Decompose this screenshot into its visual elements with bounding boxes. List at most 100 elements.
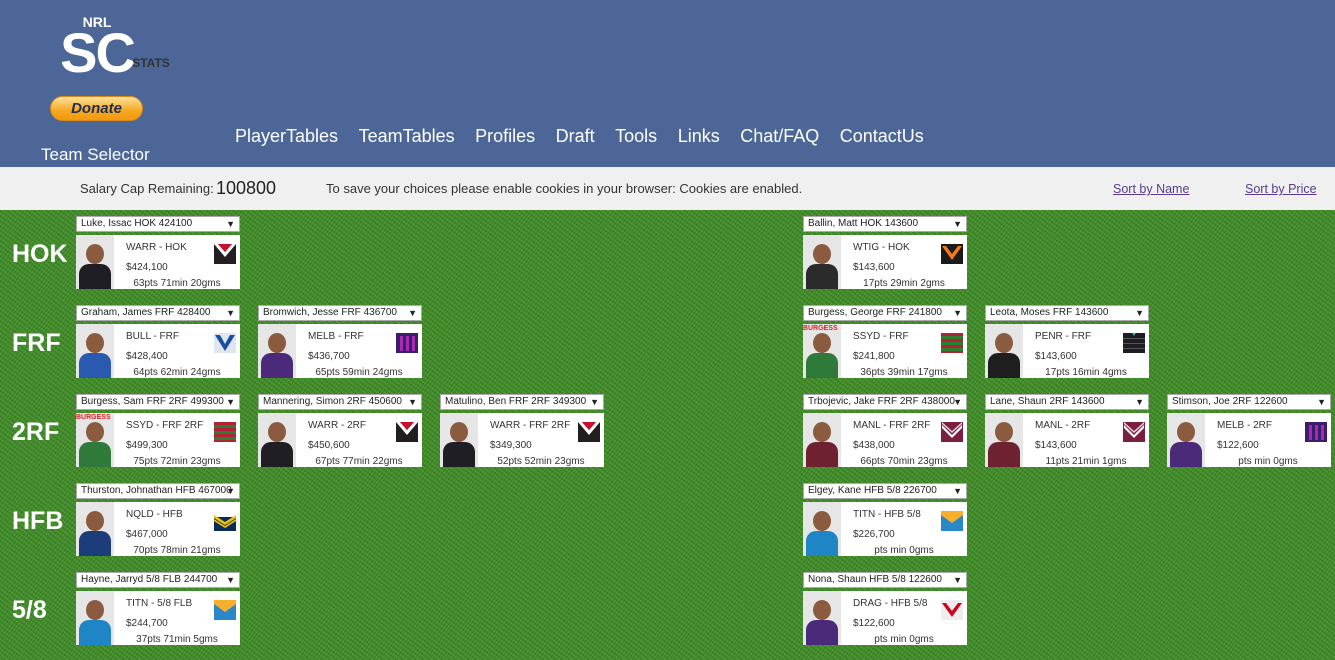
player-select-dropdown[interactable]: Stimson, Joe 2RF 122600 ▼ [1167,394,1331,410]
player-slot: Ballin, Matt HOK 143600 ▼ WTIG - HOK $14… [803,216,967,289]
player-select-value: Luke, Issac HOK 424100 [81,218,193,229]
player-card: WTIG - HOK $143,600 17pts 29min 2gms [803,235,967,289]
nav-links[interactable]: Links [678,126,720,147]
player-team-position: TITN - 5/8 FLB [126,598,193,609]
player-select-dropdown[interactable]: Mannering, Simon 2RF 450600 ▼ [258,394,422,410]
dropdown-arrow-icon: ▼ [953,575,962,585]
info-bar: Salary Cap Remaining: 100800 To save you… [0,167,1335,210]
tigers-logo-icon [941,244,963,264]
donate-button[interactable]: Donate [50,96,143,121]
player-photo-head [86,333,104,353]
player-select-dropdown[interactable]: Elgey, Kane HFB 5/8 226700 ▼ [803,483,967,499]
sort-by-name-link[interactable]: Sort by Name [1113,182,1189,196]
sea-eagles-logo-icon [941,422,963,442]
player-stats: 36pts 39min 17gms [860,367,948,378]
player-photo-head [813,244,831,264]
photo-banner-text: BURGESS [76,414,111,421]
player-team-position: WARR - HOK [126,242,187,253]
position-label-58: 5/8 [12,596,47,624]
player-price: $349,300 [490,440,532,451]
player-photo-head [86,511,104,531]
player-photo-head [813,511,831,531]
player-select-dropdown[interactable]: Nona, Shaun HFB 5/8 122600 ▼ [803,572,967,588]
logo-stats-text: STATS [132,56,170,70]
player-price: $499,300 [126,440,168,451]
warriors-logo-icon [214,244,236,264]
nav-tools[interactable]: Tools [615,126,657,147]
player-photo-head [86,422,104,442]
sort-by-price-link[interactable]: Sort by Price [1245,182,1317,196]
site-logo[interactable]: NRL SC STATS [50,14,170,81]
player-select-dropdown[interactable]: Leota, Moses FRF 143600 ▼ [985,305,1149,321]
player-team-position: MELB - 2RF [1217,420,1273,431]
player-card: BURGESS SSYD - FRF $241,800 36pts 39min … [803,324,967,378]
player-stats: pts min 0gms [1238,456,1298,467]
player-photo-head [995,422,1013,442]
player-select-dropdown[interactable]: Ballin, Matt HOK 143600 ▼ [803,216,967,232]
player-select-dropdown[interactable]: Bromwich, Jesse FRF 436700 ▼ [258,305,422,321]
player-select-value: Matulino, Ben FRF 2RF 349300 [445,396,587,407]
player-team-position: PENR - FRF [1035,331,1092,342]
dropdown-arrow-icon: ▼ [953,308,962,318]
player-card: BULL - FRF $428,400 64pts 62min 24gms [76,324,240,378]
player-select-value: Thurston, Johnathan HFB 467000 [81,485,232,496]
player-price: $226,700 [853,529,895,540]
dropdown-arrow-icon: ▼ [226,397,235,407]
player-photo-head [813,333,831,353]
player-stats: 66pts 70min 23gms [860,456,948,467]
player-select-dropdown[interactable]: Burgess, George FRF 241800 ▼ [803,305,967,321]
nav-team-tables[interactable]: TeamTables [359,126,455,147]
player-slot: Thurston, Johnathan HFB 467000 ▼ NQLD - … [76,483,240,556]
player-slot: Hayne, Jarryd 5/8 FLB 244700 ▼ TITN - 5/… [76,572,240,645]
player-select-dropdown[interactable]: Thurston, Johnathan HFB 467000 ▼ [76,483,240,499]
titans-logo-icon [941,511,963,531]
player-select-dropdown[interactable]: Graham, James FRF 428400 ▼ [76,305,240,321]
nav-draft[interactable]: Draft [556,126,595,147]
player-card: WARR - HOK $424,100 63pts 71min 20gms [76,235,240,289]
player-slot: Leota, Moses FRF 143600 ▼ PENR - FRF $14… [985,305,1149,378]
nav-profiles[interactable]: Profiles [475,126,535,147]
player-photo-head [450,422,468,442]
storm-logo-icon [396,333,418,353]
player-price: $467,000 [126,529,168,540]
player-select-dropdown[interactable]: Burgess, Sam FRF 2RF 499300 ▼ [76,394,240,410]
player-stats: 11pts 21min 1gms [1045,456,1127,467]
dropdown-arrow-icon: ▼ [226,486,235,496]
player-photo-head [1177,422,1195,442]
nav-player-tables[interactable]: PlayerTables [235,126,338,147]
player-stats: 67pts 77min 22gms [315,456,403,467]
sea-eagles-logo-icon [1123,422,1145,442]
player-slot: Burgess, George FRF 241800 ▼ BURGESS SSY… [803,305,967,378]
player-stats: 75pts 72min 23gms [133,456,221,467]
player-card: DRAG - HFB 5/8 $122,600 pts min 0gms [803,591,967,645]
player-price: $436,700 [308,351,350,362]
player-slot: Trbojevic, Jake FRF 2RF 438000 ▼ MANL - … [803,394,967,467]
cowboys-logo-icon [214,511,236,531]
dropdown-arrow-icon: ▼ [953,486,962,496]
nav-contact-us[interactable]: ContactUs [840,126,924,147]
player-team-position: SSYD - FRF [853,331,909,342]
storm-logo-icon [1305,422,1327,442]
player-slot: Elgey, Kane HFB 5/8 226700 ▼ TITN - HFB … [803,483,967,556]
dropdown-arrow-icon: ▼ [226,308,235,318]
player-slot: Mannering, Simon 2RF 450600 ▼ WARR - 2RF… [258,394,422,467]
nav-chat-faq[interactable]: Chat/FAQ [740,126,819,147]
player-card: WARR - 2RF $450,600 67pts 77min 22gms [258,413,422,467]
player-select-value: Hayne, Jarryd 5/8 FLB 244700 [81,574,218,585]
player-card: PENR - FRF $143,600 17pts 16min 4gms [985,324,1149,378]
player-select-dropdown[interactable]: Hayne, Jarryd 5/8 FLB 244700 ▼ [76,572,240,588]
player-team-position: SSYD - FRF 2RF [126,420,204,431]
player-card: MANL - FRF 2RF $438,000 66pts 70min 23gm… [803,413,967,467]
player-select-dropdown[interactable]: Trbojevic, Jake FRF 2RF 438000 ▼ [803,394,967,410]
player-stats: pts min 0gms [874,545,934,556]
player-team-position: WTIG - HOK [853,242,910,253]
player-select-dropdown[interactable]: Lane, Shaun 2RF 143600 ▼ [985,394,1149,410]
player-select-dropdown[interactable]: Matulino, Ben FRF 2RF 349300 ▼ [440,394,604,410]
player-price: $428,400 [126,351,168,362]
player-team-position: MANL - FRF 2RF [853,420,931,431]
dropdown-arrow-icon: ▼ [1135,397,1144,407]
player-team-position: WARR - 2RF [308,420,366,431]
panthers-logo-icon [1123,333,1145,353]
player-select-dropdown[interactable]: Luke, Issac HOK 424100 ▼ [76,216,240,232]
player-select-value: Elgey, Kane HFB 5/8 226700 [808,485,937,496]
